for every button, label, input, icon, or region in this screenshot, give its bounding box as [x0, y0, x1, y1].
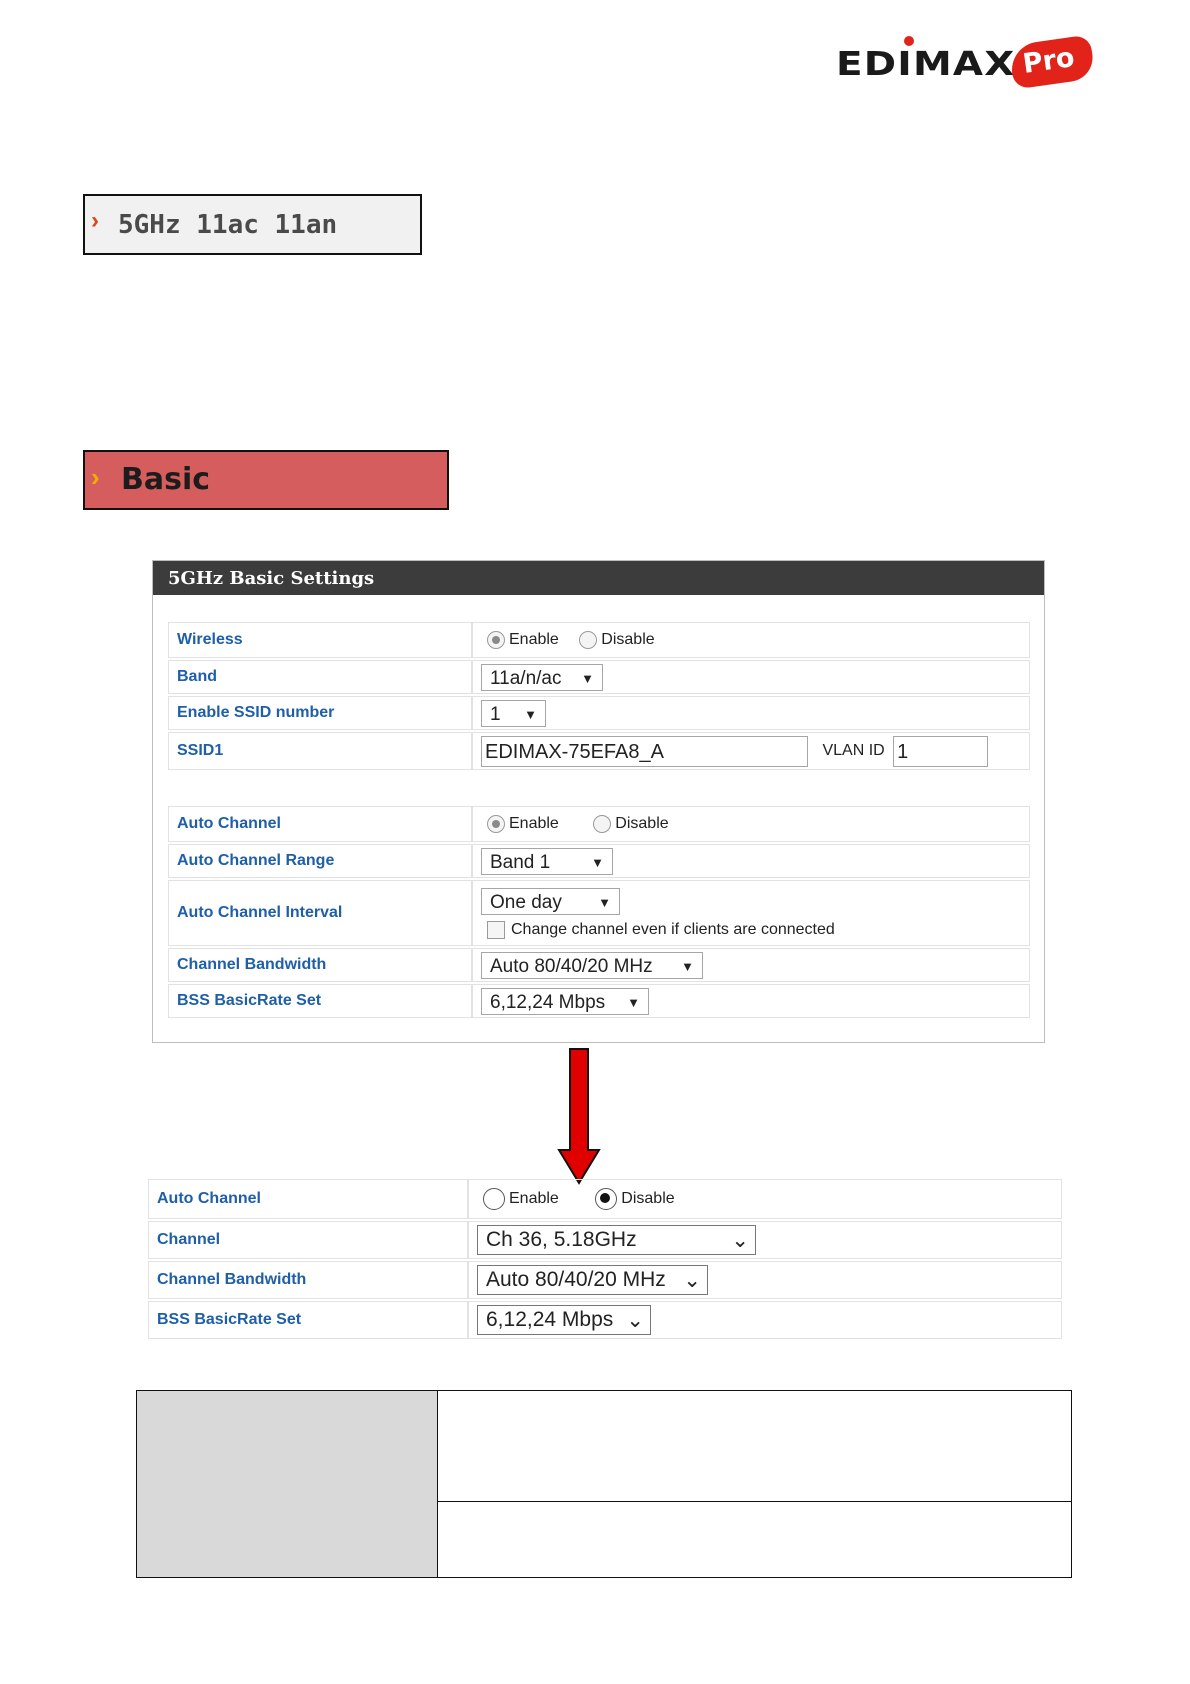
bss-basic-rate-set-label: BSS BasicRate Set: [148, 1301, 468, 1339]
auto-channel-radio-group: Enable Disable: [472, 806, 1030, 842]
channel-bandwidth-select[interactable]: Auto 80/40/20 MHz ⌄: [477, 1265, 708, 1295]
dropdown-arrow-icon: ▼: [681, 958, 694, 974]
table-row: Wireless Enable Disable: [168, 622, 1030, 658]
menu-item-basic[interactable]: › Basic: [83, 450, 449, 510]
menu-item-label: 5GHz 11ac 11an: [118, 210, 338, 240]
table-row: BSS BasicRate Set 6,12,24 Mbps ⌄: [148, 1301, 1062, 1339]
auto-channel-range-select[interactable]: Band 1 ▼: [481, 847, 613, 875]
auto-channel-disable-radio[interactable]: [595, 1188, 618, 1210]
dropdown-arrow-icon: ▼: [591, 854, 604, 870]
channel-bandwidth-select[interactable]: Auto 80/40/20 MHz ▼: [481, 951, 703, 979]
table-row: Band 11a/n/ac ▼: [168, 660, 1030, 694]
radio-label: Disable: [601, 630, 655, 648]
panel-header: 5GHz Basic Settings: [153, 561, 1044, 595]
settings-table-channel: Auto Channel Enable Disable Auto Channel…: [168, 804, 1030, 1020]
table-row: Auto Channel Range Band 1 ▼: [168, 844, 1030, 878]
wireless-radio-group: Enable Disable: [472, 622, 1030, 658]
table-row: Auto Channel Enable Disable: [168, 806, 1030, 842]
vlan-id-label: VLAN ID: [822, 742, 885, 759]
ssid1-input[interactable]: EDIMAX-75EFA8_A: [481, 735, 808, 767]
checkbox-label: Change channel even if clients are conne…: [511, 921, 835, 939]
channel-bandwidth-label: Channel Bandwidth: [168, 948, 472, 982]
table-row: Channel Bandwidth Auto 80/40/20 MHz ⌄: [148, 1261, 1062, 1299]
chevron-right-icon: ›: [91, 207, 99, 234]
description-row: [137, 1391, 1071, 1502]
dropdown-arrow-icon: ▼: [598, 895, 611, 911]
wireless-label: Wireless: [168, 622, 472, 658]
table-row: Channel Ch 36, 5.18GHz ⌄: [148, 1221, 1062, 1259]
radio-label: Enable: [509, 1190, 559, 1207]
band-label: Band: [168, 660, 472, 694]
auto-channel-label: Auto Channel: [168, 806, 472, 842]
arrow-down-icon: [557, 1048, 601, 1185]
chevron-down-icon: ⌄: [626, 1309, 644, 1332]
chevron-down-icon: ⌄: [731, 1229, 749, 1252]
table-row: Channel Bandwidth Auto 80/40/20 MHz ▼: [168, 948, 1030, 982]
change-channel-checkbox[interactable]: [487, 921, 505, 940]
auto-channel-radio-group: Enable Disable: [468, 1179, 1062, 1219]
bss-basic-rate-set-label: BSS BasicRate Set: [168, 984, 472, 1018]
description-term-cell: [137, 1501, 438, 1577]
description-table: [136, 1390, 1072, 1578]
auto-channel-enable-radio[interactable]: [483, 1188, 505, 1210]
logo-dot: [904, 36, 914, 46]
ssid-number-select[interactable]: 1 ▼: [481, 699, 546, 727]
dropdown-arrow-icon: ▼: [581, 670, 594, 686]
table-row: Auto Channel Enable Disable: [148, 1179, 1062, 1219]
dropdown-arrow-icon: ▼: [627, 994, 640, 1010]
logo-pro-badge: Pro: [1008, 34, 1096, 90]
settings-table-general: Wireless Enable Disable Band 11a/n/ac ▼ E…: [168, 620, 1030, 772]
panel-title: 5GHz Basic Settings: [168, 568, 375, 589]
auto-channel-range-label: Auto Channel Range: [168, 844, 472, 878]
basic-settings-panel: 5GHz Basic Settings Wireless Enable Disa…: [152, 560, 1045, 1043]
channel-bandwidth-label: Channel Bandwidth: [148, 1261, 468, 1299]
menu-item-5ghz-11ac-11an[interactable]: › 5GHz 11ac 11an: [83, 194, 422, 255]
band-select[interactable]: 11a/n/ac ▼: [481, 663, 603, 691]
auto-channel-disable-radio[interactable]: [593, 814, 612, 833]
radio-label: Enable: [509, 814, 559, 832]
logo-wordmark: EDIMAX: [836, 44, 1016, 83]
menu-item-label: Basic: [121, 462, 211, 497]
ssid-number-label: Enable SSID number: [168, 696, 472, 730]
channel-select[interactable]: Ch 36, 5.18GHz ⌄: [477, 1225, 756, 1255]
auto-channel-interval-label: Auto Channel Interval: [168, 880, 472, 946]
dropdown-arrow-icon: ▼: [524, 706, 537, 722]
vlan-id-input[interactable]: 1: [893, 735, 989, 767]
description-term-cell: [137, 1391, 438, 1501]
wireless-enable-radio[interactable]: [487, 630, 505, 649]
auto-channel-enable-radio[interactable]: [487, 814, 505, 833]
ssid1-label: SSID1: [168, 732, 472, 770]
auto-channel-label: Auto Channel: [148, 1179, 468, 1219]
bss-basic-rate-set-select[interactable]: 6,12,24 Mbps ⌄: [477, 1305, 651, 1335]
radio-label: Disable: [615, 814, 669, 832]
edimax-pro-logo: EDIMAX Pro: [836, 34, 1096, 90]
channel-label: Channel: [148, 1221, 468, 1259]
table-row: Enable SSID number 1 ▼: [168, 696, 1030, 730]
radio-label: Disable: [621, 1190, 675, 1207]
chevron-down-icon: ⌄: [683, 1269, 701, 1292]
description-row: [137, 1501, 1071, 1577]
table-row: BSS BasicRate Set 6,12,24 Mbps ▼: [168, 984, 1030, 1018]
radio-label: Enable: [509, 630, 559, 648]
table-row: Auto Channel Interval One day ▼ Change ch…: [168, 880, 1030, 946]
table-row: SSID1 EDIMAX-75EFA8_A VLAN ID 1: [168, 732, 1030, 770]
chevron-right-icon: ›: [91, 462, 100, 492]
wireless-disable-radio[interactable]: [579, 630, 598, 649]
settings-table-auto-channel-disabled: Auto Channel Enable Disable Channel Ch 3…: [148, 1177, 1062, 1341]
bss-basic-rate-set-select[interactable]: 6,12,24 Mbps ▼: [481, 987, 649, 1015]
auto-channel-interval-select[interactable]: One day ▼: [481, 888, 620, 916]
